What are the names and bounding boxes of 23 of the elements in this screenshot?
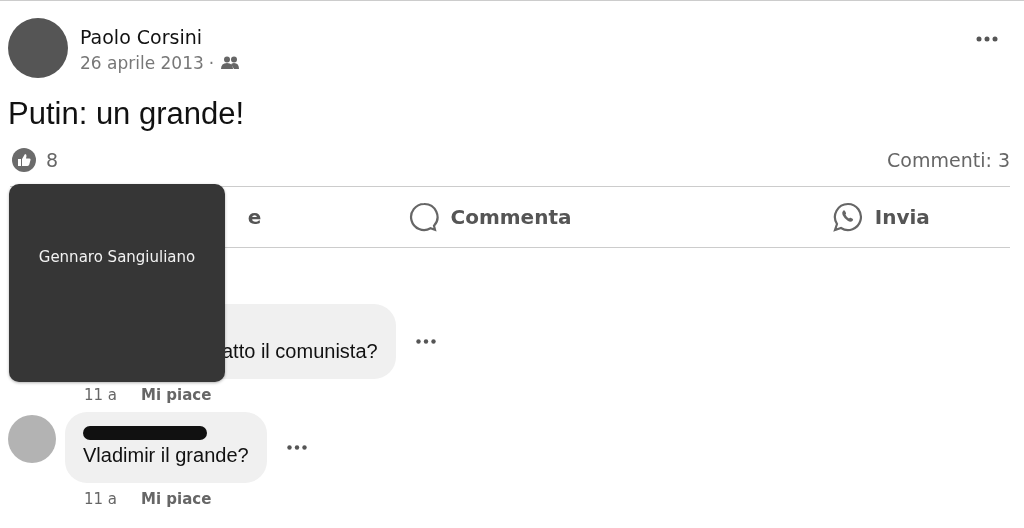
like-link[interactable]: Mi piace	[141, 490, 212, 508]
comment-button[interactable]: Commenta	[361, 187, 619, 247]
profile-photo-placeholder[interactable]	[8, 18, 68, 78]
comment-time[interactable]: 11 a	[84, 386, 118, 404]
like-link[interactable]: Mi piace	[141, 386, 212, 404]
post-date[interactable]: 26 aprile 2013	[80, 52, 204, 73]
author-name[interactable]: Paolo Corsini	[80, 23, 976, 50]
thumbs-up-icon[interactable]	[12, 148, 36, 172]
speech-bubble-icon	[408, 202, 439, 232]
like-button[interactable]: e	[10, 187, 362, 247]
phone-bubble-icon	[832, 202, 863, 232]
more-options-icon[interactable]	[976, 36, 998, 42]
people-icon	[221, 55, 240, 70]
comment-time[interactable]: 11 a	[84, 490, 118, 508]
send-button[interactable]: Invia	[618, 187, 1010, 247]
like-count[interactable]: 8	[46, 149, 59, 171]
comment-text: Vladimir il grande?	[83, 444, 249, 467]
more-options-icon[interactable]	[286, 445, 307, 450]
post-text: Putin: un grande!	[8, 96, 246, 132]
liker-name: Gennaro Sangiuliano	[38, 248, 196, 266]
more-options-icon[interactable]	[415, 339, 436, 344]
date-separator: ·	[208, 52, 215, 73]
comments-count[interactable]: Commenti: 3	[887, 149, 1010, 171]
